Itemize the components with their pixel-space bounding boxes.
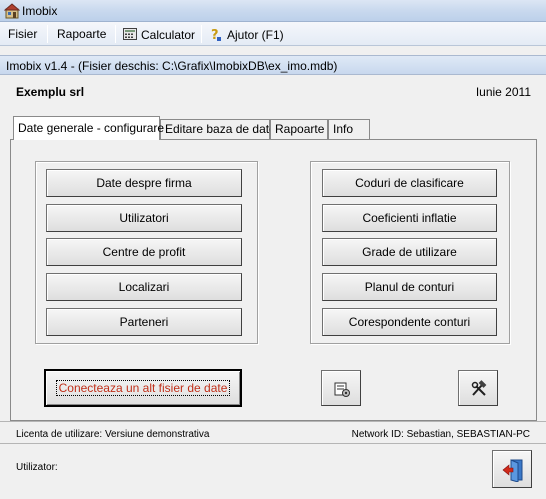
tab-editare-baza[interactable]: Editare baza de date bbox=[160, 119, 276, 139]
bottom-bar: Utilizator: bbox=[0, 443, 546, 499]
menu-fisier[interactable]: Fisier bbox=[8, 26, 37, 42]
document-title: Imobix v1.4 - (Fisier deschis: C:\Grafix… bbox=[6, 59, 338, 73]
planul-conturi-button[interactable]: Planul de conturi bbox=[322, 273, 497, 301]
window-title: Imobix bbox=[22, 4, 58, 18]
coduri-clasificare-button[interactable]: Coduri de clasificare bbox=[322, 169, 497, 197]
document-header: Imobix v1.4 - (Fisier deschis: C:\Grafix… bbox=[0, 55, 546, 75]
status-line: Licenta de utilizare: Versiune demonstra… bbox=[0, 421, 546, 443]
tab-info[interactable]: Info bbox=[328, 119, 370, 139]
tools-icon bbox=[470, 380, 488, 407]
help-icon: ? bbox=[208, 26, 224, 43]
connect-database-button[interactable]: Conecteaza un alt fisier de date bbox=[44, 369, 242, 407]
tab-panel: Date despre firma Utilizatori Centre de … bbox=[10, 139, 537, 421]
menu-calculator-label: Calculator bbox=[141, 28, 196, 42]
network-id-text: Network ID: Sebastian, SEBASTIAN-PC bbox=[351, 429, 530, 440]
window-titlebar: Imobix bbox=[0, 0, 546, 22]
menu-ajutor-label: Ajutor (F1) bbox=[227, 28, 284, 42]
building-icon bbox=[3, 3, 21, 19]
company-name: Exemplu srl bbox=[16, 85, 85, 99]
settings-button[interactable] bbox=[321, 370, 361, 406]
license-text: Licenta de utilizare: Versiune demonstra… bbox=[16, 429, 210, 440]
menu-separator bbox=[201, 25, 202, 43]
document-settings-icon bbox=[333, 380, 351, 407]
exit-door-icon bbox=[502, 458, 524, 491]
menubar: Fisier Rapoarte Calculator ? Ajutor (F1) bbox=[0, 22, 546, 46]
menu-ajutor[interactable]: ? Ajutor (F1) bbox=[208, 26, 284, 43]
period-label: Iunie 2011 bbox=[475, 85, 531, 99]
menu-calculator[interactable]: Calculator bbox=[122, 26, 195, 42]
exit-button[interactable] bbox=[492, 450, 532, 488]
calculator-icon bbox=[122, 26, 138, 42]
tab-rapoarte[interactable]: Rapoarte bbox=[270, 119, 328, 139]
utilizatori-button[interactable]: Utilizatori bbox=[46, 204, 242, 232]
corespondente-conturi-button[interactable]: Corespondente conturi bbox=[322, 308, 497, 336]
grade-utilizare-button[interactable]: Grade de utilizare bbox=[322, 238, 497, 266]
localizari-button[interactable]: Localizari bbox=[46, 273, 242, 301]
date-firma-button[interactable]: Date despre firma bbox=[46, 169, 242, 197]
general-settings-group: Date despre firma Utilizatori Centre de … bbox=[35, 161, 258, 344]
menu-separator bbox=[115, 25, 116, 43]
tools-button[interactable] bbox=[458, 370, 498, 406]
classification-group: Coduri de clasificare Coeficienti inflat… bbox=[310, 161, 510, 344]
coeficienti-inflatie-button[interactable]: Coeficienti inflatie bbox=[322, 204, 497, 232]
centre-profit-button[interactable]: Centre de profit bbox=[46, 238, 242, 266]
user-label: Utilizator: bbox=[16, 462, 58, 473]
menu-rapoarte[interactable]: Rapoarte bbox=[57, 26, 106, 42]
menu-separator bbox=[47, 25, 48, 43]
tab-date-generale[interactable]: Date generale - configurare bbox=[13, 116, 164, 140]
connect-database-label: Conecteaza un alt fisier de date bbox=[55, 380, 231, 396]
parteneri-button[interactable]: Parteneri bbox=[46, 308, 242, 336]
